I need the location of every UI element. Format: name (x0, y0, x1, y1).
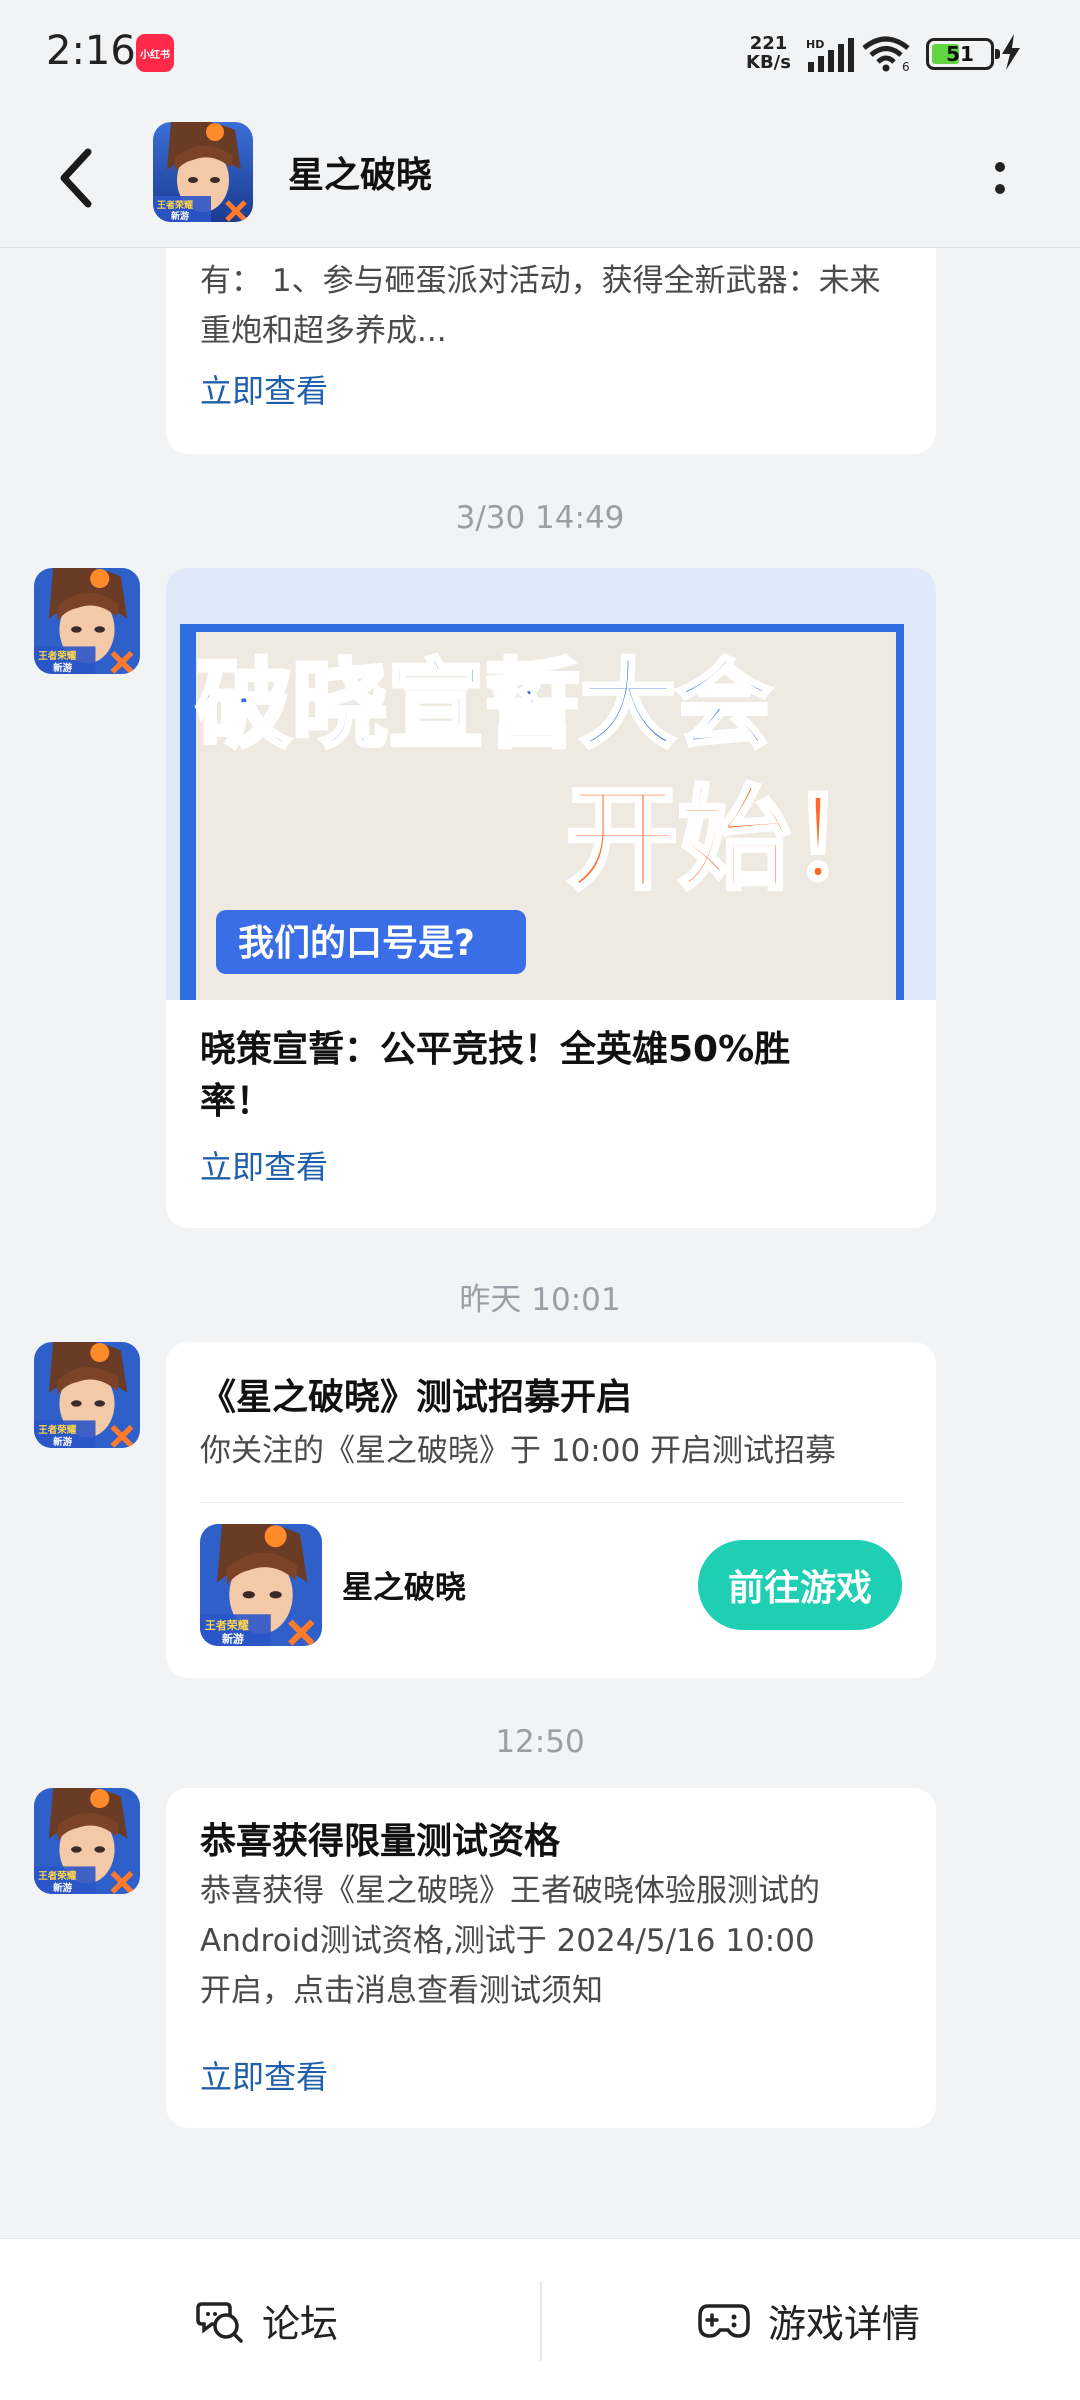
game-logo-icon: 王者荣耀 新游 (34, 568, 140, 674)
back-button[interactable] (50, 138, 110, 218)
game-detail-tab-label: 游戏详情 (768, 2301, 921, 2346)
sender-avatar[interactable]: 王者荣耀 新游 (34, 1342, 140, 1448)
bottom-bar-divider (540, 2281, 542, 2361)
network-speed: 221 KB/s (746, 33, 791, 73)
game-detail-tab[interactable]: 游戏详情 (698, 2239, 920, 2400)
forum-tab[interactable]: 论坛 (196, 2239, 338, 2400)
message-timestamp: 12:50 (495, 1724, 585, 1760)
svg-text:开始！: 开始！ (566, 775, 902, 905)
wifi-icon: 6 (862, 36, 914, 76)
svg-text:新游: 新游 (53, 1882, 73, 1894)
game-avatar[interactable]: 王者荣耀 新游 (153, 122, 253, 222)
svg-text:新游: 新游 (53, 662, 73, 674)
chat-header: 王者荣耀 新游 星之破晓 (0, 110, 1080, 248)
message-title: 恭喜获得限量测试资格 (200, 1821, 561, 1862)
svg-text:王者荣耀: 王者荣耀 (157, 199, 193, 211)
svg-text:新游: 新游 (53, 1436, 73, 1448)
charging-icon (1000, 34, 1022, 74)
game-icon[interactable]: 王者荣耀 新游 (200, 1524, 322, 1646)
more-dot-icon (995, 184, 1005, 194)
bottom-bar: 论坛 游戏详情 (0, 2238, 1080, 2400)
gamepad-icon (698, 2304, 750, 2338)
game-name: 星之破晓 (342, 1570, 466, 1606)
svg-text:新游: 新游 (171, 210, 189, 222)
message-text: 你关注的《星之破晓》于 10:00 开启测试招募 (200, 1433, 837, 1469)
svg-text:王者荣耀: 王者荣耀 (38, 650, 77, 662)
svg-text:王者荣耀: 王者荣耀 (38, 1424, 77, 1436)
message-timestamp: 3/30 14:49 (455, 500, 625, 536)
sender-avatar[interactable]: 王者荣耀 新游 (34, 568, 140, 674)
promo-banner-image: 破晓宣誓大会 开始！ 我们的口号是? (166, 568, 936, 1000)
divider (200, 1502, 902, 1503)
more-dot-icon (995, 162, 1005, 172)
svg-text:王者荣耀: 王者荣耀 (38, 1870, 77, 1882)
message-text: 有： 1、参与砸蛋派对活动，获得全新武器：未来重炮和超多养成... (200, 263, 881, 349)
svg-text:我们的口号是?: 我们的口号是? (238, 923, 475, 964)
svg-text:HD: HD (806, 38, 824, 51)
message-card[interactable]: 有： 1、参与砸蛋派对活动，获得全新武器：未来重炮和超多养成... 立即查看 (166, 248, 936, 454)
message-list[interactable]: 有： 1、参与砸蛋派对活动，获得全新武器：未来重炮和超多养成... 立即查看 3… (0, 248, 1080, 2238)
message-card[interactable]: 破晓宣誓大会 开始！ 我们的口号是? 晓策宣誓：公平竞技！全英雄50%胜率！ 立… (166, 568, 936, 1228)
game-logo-icon: 王者荣耀 新游 (153, 122, 253, 222)
message-title: 晓策宣誓：公平竞技！全英雄50%胜率！ (200, 1029, 791, 1122)
sender-avatar[interactable]: 王者荣耀 新游 (34, 1788, 140, 1894)
more-options-button[interactable] (980, 138, 1020, 218)
svg-text:破晓宣誓大会: 破晓宣誓大会 (196, 649, 772, 761)
view-now-link[interactable]: 立即查看 (200, 366, 328, 412)
svg-text:新游: 新游 (222, 1631, 244, 1645)
cellular-signal-icon: HD (806, 38, 856, 76)
promo-banner[interactable]: 破晓宣誓大会 开始！ 我们的口号是? (166, 568, 936, 1000)
message-timestamp: 昨天 10:01 (459, 1282, 621, 1318)
message-card[interactable]: 恭喜获得限量测试资格 恭喜获得《星之破晓》王者破晓体验服测试的Android测试… (166, 1788, 936, 2128)
chevron-left-icon (60, 148, 92, 208)
xiaohongshu-notification-icon: 小红书 (136, 34, 174, 72)
status-time: 2:16 (46, 28, 136, 74)
page-title: 星之破晓 (288, 155, 433, 196)
forum-icon (196, 2302, 243, 2343)
status-bar: 2:16 小红书 221 KB/s HD 6 51 (0, 0, 1080, 110)
view-now-link[interactable]: 立即查看 (200, 1142, 328, 1188)
go-to-game-button[interactable]: 前往游戏 (698, 1540, 902, 1630)
game-logo-icon: 王者荣耀 新游 (34, 1342, 140, 1448)
svg-text:王者荣耀: 王者荣耀 (205, 1618, 249, 1632)
message-card[interactable]: 《星之破晓》测试招募开启 你关注的《星之破晓》于 10:00 开启测试招募 王者… (166, 1342, 936, 1678)
svg-text:6: 6 (902, 60, 910, 72)
game-logo-icon: 王者荣耀 新游 (200, 1524, 322, 1646)
forum-tab-label: 论坛 (262, 2301, 339, 2346)
game-logo-icon: 王者荣耀 新游 (34, 1788, 140, 1894)
view-now-link[interactable]: 立即查看 (200, 2052, 328, 2098)
message-text: 恭喜获得《星之破晓》王者破晓体验服测试的Android测试资格,测试于 2024… (200, 1873, 820, 2009)
battery-icon: 51 (926, 38, 1000, 70)
message-title: 《星之破晓》测试招募开启 (200, 1377, 633, 1418)
